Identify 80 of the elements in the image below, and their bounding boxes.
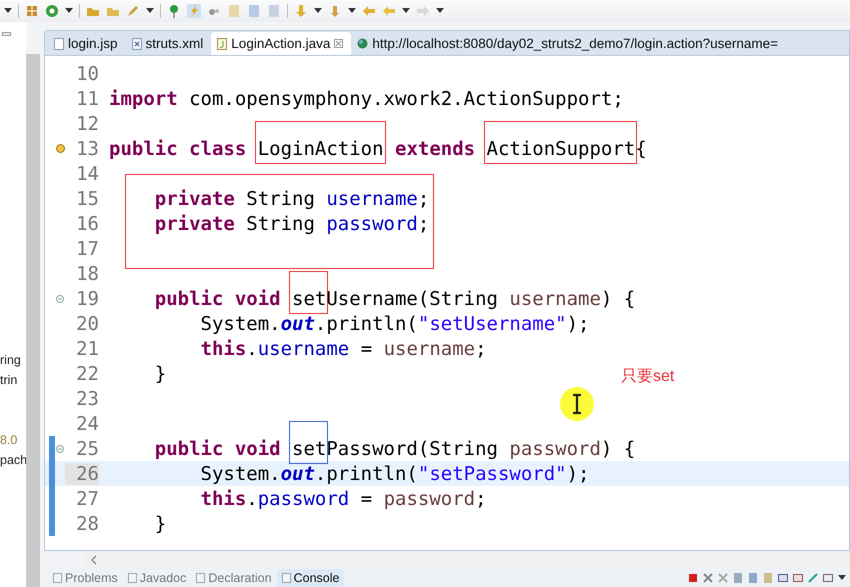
scroll-left-icon[interactable] bbox=[90, 554, 98, 564]
side-panel-text: pach bbox=[0, 452, 28, 469]
line-number: 12 bbox=[75, 112, 99, 134]
line-number: 16 bbox=[75, 212, 99, 234]
dropdown-arrow-icon[interactable] bbox=[838, 575, 846, 581]
dropdown-arrow-icon[interactable] bbox=[314, 8, 322, 14]
line-number: 15 bbox=[75, 188, 99, 210]
line-number: 28 bbox=[75, 512, 99, 534]
line-number: 10 bbox=[75, 62, 99, 84]
fold-icon[interactable] bbox=[56, 294, 64, 302]
document-icon[interactable] bbox=[267, 4, 281, 18]
close-icon[interactable] bbox=[703, 573, 713, 583]
code-line: System.out.println("setPassword"); bbox=[200, 462, 590, 484]
lightning-icon[interactable] bbox=[187, 4, 201, 18]
dropdown-arrow-icon[interactable] bbox=[4, 8, 12, 14]
grid-icon[interactable] bbox=[25, 4, 39, 18]
line-number: 27 bbox=[75, 488, 99, 510]
minimize-icon[interactable] bbox=[2, 30, 11, 37]
code-line: private String username; bbox=[154, 188, 430, 210]
side-panel-text: trin bbox=[0, 372, 18, 389]
document-icon[interactable] bbox=[227, 4, 241, 18]
code-line: import com.opensymphony.xwork2.ActionSupport; bbox=[109, 88, 624, 110]
line-number: 13 bbox=[75, 138, 99, 160]
dropdown-arrow-icon[interactable] bbox=[402, 8, 410, 14]
side-panel-text: 8.0 bbox=[0, 432, 18, 449]
file-icon bbox=[54, 38, 64, 50]
xml-file-icon bbox=[132, 38, 142, 50]
text-cursor-icon bbox=[559, 386, 595, 422]
code-line: public class LoginAction extends ActionSupport{ bbox=[109, 138, 647, 160]
code-line: private String password; bbox=[154, 212, 430, 234]
monitor-icon[interactable] bbox=[823, 573, 833, 583]
panel-tab[interactable]: Problems bbox=[48, 569, 123, 587]
refresh-icon[interactable] bbox=[45, 4, 59, 18]
editor-tab[interactable]: LoginAction.java bbox=[211, 32, 352, 55]
line-number: 19 bbox=[75, 288, 99, 310]
pencil-icon[interactable] bbox=[126, 4, 140, 18]
line-number: 20 bbox=[75, 312, 99, 334]
dropdown-arrow-icon[interactable] bbox=[436, 8, 444, 14]
line-number: 14 bbox=[75, 162, 99, 184]
arrow-down-icon[interactable] bbox=[294, 4, 308, 18]
editor-tab[interactable]: http://localhost:8080/day02_struts2_demo7/login.action?username= bbox=[351, 32, 786, 55]
java-file-icon bbox=[217, 38, 228, 50]
dropdown-arrow-icon[interactable] bbox=[146, 8, 154, 14]
line-number: 21 bbox=[75, 338, 99, 360]
close-all-icon[interactable] bbox=[718, 573, 728, 583]
code-line: } bbox=[154, 362, 166, 384]
dropdown-arrow-icon[interactable] bbox=[348, 8, 356, 14]
stop-icon[interactable] bbox=[688, 573, 698, 583]
line-number: 17 bbox=[75, 238, 99, 260]
fold-icon[interactable] bbox=[56, 444, 64, 452]
code-line: this.username = username; bbox=[200, 338, 487, 360]
panel-tab[interactable]: Javadoc bbox=[122, 569, 192, 587]
close-icon[interactable] bbox=[334, 39, 344, 48]
tab-icon bbox=[128, 573, 137, 583]
panel-tab[interactable]: Console bbox=[276, 569, 344, 587]
editor-tab[interactable]: login.jsp bbox=[48, 32, 126, 55]
globe-icon bbox=[357, 38, 368, 49]
line-number: 25 bbox=[75, 438, 99, 460]
arrow-left-icon[interactable] bbox=[382, 4, 396, 18]
annotation-note: 只要set bbox=[621, 367, 674, 387]
panel-tab[interactable]: Declaration bbox=[191, 569, 277, 587]
tab-icon bbox=[282, 573, 291, 583]
arrow-right-icon[interactable] bbox=[416, 4, 430, 18]
tab-icon bbox=[53, 573, 62, 583]
line-number: 11 bbox=[75, 88, 99, 110]
dropdown-arrow-icon[interactable] bbox=[65, 8, 73, 14]
line-number: 23 bbox=[75, 388, 99, 410]
document-icon[interactable] bbox=[247, 4, 261, 18]
tab-icon bbox=[196, 573, 206, 583]
line-number: 26 bbox=[65, 462, 99, 484]
arrow-left-icon[interactable] bbox=[362, 4, 376, 18]
line-number: 22 bbox=[75, 362, 99, 384]
code-line: public void setPassword(String password) { bbox=[109, 438, 636, 460]
code-line: System.out.println("setUsername"); bbox=[200, 312, 590, 334]
side-panel-text: ring bbox=[0, 352, 21, 369]
editor-tab[interactable]: struts.xml bbox=[126, 32, 212, 55]
line-number: 24 bbox=[75, 412, 99, 434]
code-line: this.password = password; bbox=[200, 488, 487, 510]
code-line: } bbox=[154, 512, 166, 534]
line-number: 18 bbox=[75, 262, 99, 284]
